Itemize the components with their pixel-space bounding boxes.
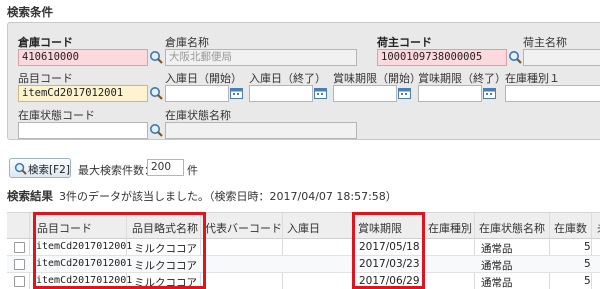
qty-cell: 5 (584, 241, 591, 253)
status-cell: 通常品 (481, 243, 513, 255)
max-count-unit: 件 (187, 164, 198, 177)
owner-code-field[interactable]: 1000109738000005 (377, 49, 507, 66)
search-icon (14, 162, 27, 175)
search-icon[interactable] (149, 86, 163, 100)
expiry-to-field[interactable] (418, 85, 482, 102)
arrival-to-field[interactable] (249, 85, 313, 102)
expiry-from-field[interactable] (333, 85, 397, 102)
column-header[interactable]: 在庫状態名称 (479, 220, 545, 236)
row-checkbox[interactable] (14, 242, 25, 253)
search-icon[interactable] (149, 50, 163, 64)
search-icon[interactable] (508, 50, 522, 64)
column-header[interactable]: 在庫数 (554, 220, 587, 236)
qty-cell: 5 (584, 275, 591, 287)
warehouse-name-label: 倉庫名称 (165, 36, 209, 49)
status-cell: 通常品 (481, 277, 513, 289)
owner-name-label: 荷主名称 (523, 36, 567, 49)
search-icon[interactable] (149, 123, 163, 137)
highlight-item-columns (33, 212, 206, 289)
owner-code-label: 荷主コード (377, 36, 432, 49)
expiry-to-label: 賞味期限（終了） (418, 72, 506, 85)
arrival-from-field[interactable] (165, 85, 229, 102)
search-button[interactable]: 検索[F2] (9, 158, 71, 178)
expiry-from-label: 賞味期限（開始） (333, 72, 421, 85)
column-header[interactable]: 入庫日 (287, 220, 320, 236)
warehouse-code-field[interactable]: 410610000 (18, 49, 148, 66)
calendar-icon[interactable] (483, 87, 496, 99)
row-checkbox[interactable] (14, 259, 25, 270)
search-button-label: 検索[F2] (28, 164, 70, 176)
status-cell: 通常品 (481, 260, 513, 272)
column-header[interactable]: 代表バーコード (205, 220, 282, 236)
owner-name-field (523, 49, 600, 66)
warehouse-code-label: 倉庫コード (18, 36, 73, 49)
item-code-field[interactable]: itemCd2017012001 (18, 85, 148, 102)
item-code-label: 品目コード (18, 72, 73, 85)
calendar-icon[interactable] (398, 87, 411, 99)
highlight-expiry-column (352, 212, 425, 289)
results-title: 検索結果 (7, 189, 53, 203)
search-conditions-title: 検索条件 (7, 5, 53, 19)
stock-status-code-label: 在庫状態コード (18, 109, 95, 122)
arrival-to-label: 入庫日（終了） (249, 72, 326, 85)
results-message: 3件のデータが該当しました。（検索日時：2017/04/07 18:57:58） (59, 190, 397, 203)
search-conditions-panel: 倉庫コード 410610000 倉庫名称 大阪北郵便局 荷主コード 100010… (7, 22, 600, 140)
max-count-label: 最大検索件数： (78, 164, 155, 177)
row-checkbox[interactable] (14, 276, 25, 287)
calendar-icon[interactable] (230, 87, 243, 99)
warehouse-name-field: 大阪北郵便局 (165, 49, 357, 66)
max-count-field[interactable]: 200 (147, 159, 184, 176)
stock-type-label: 在庫種別１ (505, 72, 560, 85)
stock-status-name-label: 在庫状態名称 (165, 109, 231, 122)
column-header[interactable]: 在庫種別 (428, 220, 472, 236)
arrival-from-label: 入庫日（開始） (165, 72, 242, 85)
qty-cell: 5 (584, 258, 591, 270)
stock-status-name-field (165, 122, 357, 139)
calendar-icon[interactable] (314, 87, 327, 99)
stock-status-code-field[interactable] (18, 122, 148, 139)
stock-type-select[interactable] (505, 85, 600, 102)
